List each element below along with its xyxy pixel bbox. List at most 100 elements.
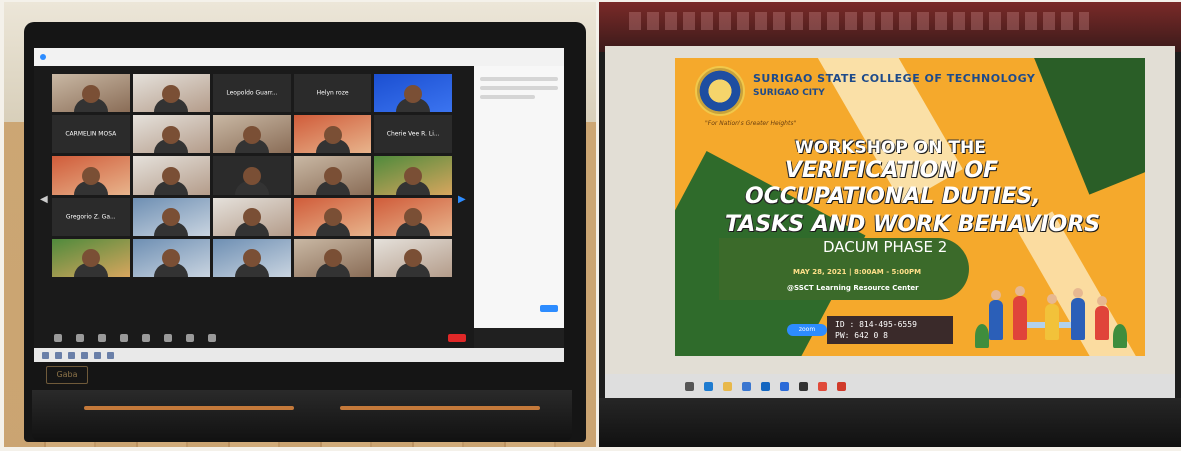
gallery-prev-icon[interactable]: ◀ <box>40 194 48 208</box>
zoom-gallery-view: ◀ Leopoldo Guarr... Helyn roze CARMELIN MO… <box>34 66 474 328</box>
participant-name: Gregorio Z. Ga... <box>65 213 116 221</box>
zoom-logo: zoom <box>787 324 827 336</box>
participant-face <box>323 249 342 268</box>
slide-title-line-1: WORKSHOP ON THE <box>795 138 986 158</box>
participant-tile[interactable] <box>213 197 291 236</box>
participant-face <box>242 167 261 186</box>
projected-slide-photo: SURIGAO STATE COLLEGE OF TECHNOLOGY SURI… <box>599 2 1181 447</box>
laptop-zoom-photo: Gaba ◀ Leopoldo Guarr... Helyn roze CARMEL… <box>4 2 596 447</box>
participant-tile[interactable] <box>52 156 130 195</box>
gallery-next-icon[interactable]: ▶ <box>458 194 466 208</box>
event-venue: @SSCT Learning Resource Center <box>787 284 919 292</box>
mute-icon[interactable] <box>54 334 62 342</box>
zoom-control-bar <box>34 328 474 348</box>
participants-icon[interactable] <box>120 334 128 342</box>
windows-taskbar-left <box>34 348 564 362</box>
slide-subtitle: DACUM PHASE 2 <box>823 238 948 256</box>
participant-tile[interactable]: CARMELIN MOSA <box>52 115 130 154</box>
participant-tile[interactable]: Gregorio Z. Ga... <box>52 197 130 236</box>
dropbox-icon[interactable] <box>780 381 789 391</box>
share-screen-icon[interactable] <box>164 334 172 342</box>
record-icon[interactable] <box>186 334 194 342</box>
participant-face <box>404 84 423 103</box>
app-icon[interactable] <box>799 381 808 391</box>
laptop-base <box>32 390 572 442</box>
participant-grid: Leopoldo Guarr... Helyn roze CARMELIN MOSA… <box>52 74 452 318</box>
participant-name: Leopoldo Guarr... <box>226 89 278 97</box>
taskbar-app-icon[interactable] <box>107 351 114 359</box>
participant-tile[interactable] <box>52 238 130 277</box>
participant-tile[interactable] <box>132 74 211 113</box>
chat-icon[interactable] <box>142 334 150 342</box>
edge-icon[interactable] <box>704 381 713 391</box>
workshop-slide: SURIGAO STATE COLLEGE OF TECHNOLOGY SURI… <box>675 58 1145 356</box>
zoom-title-bar <box>34 48 564 66</box>
zoom-participants-panel <box>474 66 564 328</box>
zoom-app-icon <box>40 54 46 60</box>
participant-tile[interactable] <box>132 238 211 277</box>
screen-top-area <box>599 2 1181 52</box>
laptop-brand-logo: Gaba <box>46 366 88 384</box>
participant-name: Helyn roze <box>316 89 349 97</box>
start-icon[interactable] <box>42 351 49 359</box>
participant-face <box>81 84 100 103</box>
participant-tile[interactable] <box>293 238 372 277</box>
projection-surface: SURIGAO STATE COLLEGE OF TECHNOLOGY SURI… <box>605 46 1175 374</box>
meeting-credentials: ID : 814-495-6559 PW: 642 0 8 <box>827 316 953 344</box>
folder-icon[interactable] <box>723 381 732 391</box>
security-icon[interactable] <box>98 334 106 342</box>
college-tagline: "For Nation's Greater Heights" <box>705 120 797 127</box>
reactions-icon[interactable] <box>208 334 216 342</box>
participant-tile[interactable] <box>374 197 452 236</box>
participant-tile[interactable]: Cherie Vee R. Li... <box>374 115 452 154</box>
meeting-id: ID : 814-495-6559 <box>835 320 917 329</box>
video-icon[interactable] <box>76 334 84 342</box>
taskbar-app-icon[interactable] <box>68 351 75 359</box>
participant-tile[interactable] <box>52 74 130 113</box>
participant-tile[interactable] <box>213 238 291 277</box>
university-name: SURIGAO STATE COLLEGE OF TECHNOLOGY <box>753 72 1036 85</box>
participant-tile[interactable] <box>293 115 372 154</box>
laptop-accent-stripe <box>84 406 294 410</box>
university-city: SURIGAO CITY <box>753 88 825 98</box>
monitor-bezel <box>599 398 1181 447</box>
participant-face <box>162 84 181 103</box>
participant-tile[interactable] <box>374 74 452 113</box>
participant-face <box>323 208 342 227</box>
laptop-screen: ◀ Leopoldo Guarr... Helyn roze CARMELIN MO… <box>34 48 564 362</box>
store-icon[interactable] <box>742 381 751 391</box>
taskbar-app-icon[interactable] <box>81 351 88 359</box>
green-stripe-right <box>1029 58 1145 195</box>
chat-send-button[interactable] <box>540 305 558 312</box>
participant-face <box>81 167 100 186</box>
participant-tile[interactable] <box>132 197 211 236</box>
search-icon[interactable] <box>685 381 694 391</box>
participant-name: CARMELIN MOSA <box>65 130 117 138</box>
participant-name: Cherie Vee R. Li... <box>386 130 440 138</box>
participant-tile[interactable] <box>293 156 372 195</box>
taskbar-app-icon[interactable] <box>94 351 101 359</box>
participant-tile[interactable] <box>293 197 372 236</box>
participant-tile[interactable] <box>213 115 291 154</box>
windows-taskbar-right <box>605 374 1175 398</box>
slide-title-line-3: OCCUPATIONAL DUTIES, <box>745 184 1041 209</box>
participant-tile[interactable] <box>213 156 291 195</box>
team-meeting-illustration <box>975 258 1127 348</box>
slide-title-line-4: TASKS AND WORK BEHAVIORS <box>725 212 1101 237</box>
app-icon[interactable] <box>837 381 846 391</box>
meeting-passcode: PW: 642 0 8 <box>835 331 888 340</box>
participant-tile[interactable] <box>374 156 452 195</box>
end-meeting-button[interactable] <box>448 334 466 342</box>
mail-icon[interactable] <box>761 381 770 391</box>
participant-tile[interactable] <box>374 238 452 277</box>
participant-face <box>323 125 342 144</box>
college-seal-logo <box>695 66 745 116</box>
participant-tile[interactable] <box>132 115 211 154</box>
participant-face <box>242 125 261 144</box>
participant-tile[interactable]: Helyn roze <box>293 74 372 113</box>
chrome-icon[interactable] <box>818 381 827 391</box>
slide-title-line-2: VERIFICATION OF <box>785 158 999 183</box>
taskbar-app-icon[interactable] <box>55 351 62 359</box>
participant-tile[interactable]: Leopoldo Guarr... <box>213 74 291 113</box>
participant-tile[interactable] <box>132 156 211 195</box>
